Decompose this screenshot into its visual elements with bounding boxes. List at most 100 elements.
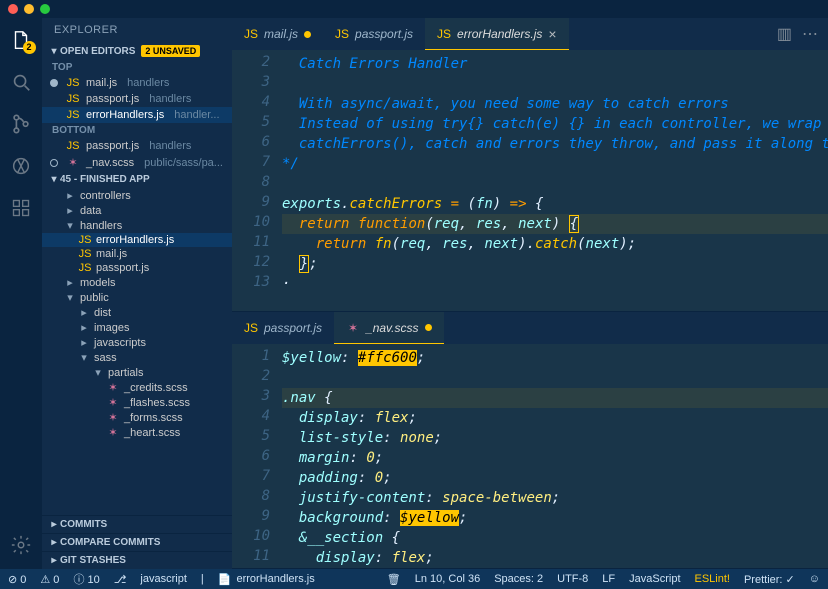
tree-label: mail.js [96,248,127,260]
more-icon[interactable]: ⋯ [802,24,818,44]
file-name: errorHandlers.js [86,109,164,121]
status-file[interactable]: 📄 errorHandlers.js [218,573,315,586]
tree-label: _heart.scss [124,427,180,439]
code-line: With async/await, you need some way to c… [282,94,828,114]
status-prettier[interactable]: Prettier: ✓ [744,573,795,586]
tree-node[interactable]: ▾handlers [42,218,232,233]
code-line [282,174,828,194]
tree-node[interactable]: ▸images [42,320,232,335]
tab[interactable]: ✶_nav.scss [334,312,443,344]
code-line: return function(req, res, next) { [282,214,828,234]
tab[interactable]: JSpassport.js [232,312,334,344]
tree-label: dist [94,307,111,319]
tree-node[interactable]: ▾public [42,290,232,305]
tree-node[interactable]: ▾partials [42,365,232,380]
close-icon[interactable] [8,4,18,14]
code-line: }; [282,254,828,274]
status-mode[interactable]: JavaScript [629,573,680,585]
twisty-icon[interactable]: ▸ [64,276,76,289]
tab-label: passport.js [264,321,322,335]
split-editor-icon[interactable]: ▥ [777,24,792,44]
search-icon[interactable] [9,70,33,94]
settings-icon[interactable] [9,533,33,557]
code-editor-bottom[interactable]: 123456789101112 $yellow: #ffc600;.nav { … [232,344,828,568]
twisty-icon[interactable]: ▸ [64,189,76,202]
code-editor-top[interactable]: 2345678910111213 Catch Errors Handler Wi… [232,50,828,311]
sidebar-section[interactable]: ▸COMPARE COMMITS [42,533,232,551]
minimize-icon[interactable] [24,4,34,14]
code-line [282,74,828,94]
status-info[interactable]: ⓘ 10 [73,571,99,587]
twisty-icon[interactable]: ▾ [64,219,76,232]
tree-node[interactable]: JSerrorHandlers.js [42,233,232,247]
close-icon[interactable]: × [548,26,556,42]
scss-icon: ✶ [106,381,120,394]
status-errors[interactable]: ⊘ 0 [8,573,26,586]
unsaved-count-badge: 2 UNSAVED [141,45,200,57]
editor-group-bottom: JSpassport.js✶_nav.scss 123456789101112 … [232,312,828,569]
tree-node[interactable]: ▸javascripts [42,335,232,350]
code-line [282,368,828,388]
open-editor-item[interactable]: JSmail.jshandlers [42,75,232,91]
js-icon: JS [66,77,80,89]
code-line: Instead of using try{} catch(e) {} in ea… [282,114,828,134]
twisty-icon[interactable]: ▾ [92,366,104,379]
twisty-icon[interactable]: ▸ [78,306,90,319]
activity-bar: 2 [0,18,42,569]
explorer-icon[interactable]: 2 [9,28,33,52]
status-ln-col[interactable]: Ln 10, Col 36 [415,573,480,585]
tab-label: errorHandlers.js [457,27,542,41]
tab[interactable]: JSpassport.js [323,18,425,50]
status-eslint[interactable]: ESLint! [695,573,730,585]
status-warnings[interactable]: ⚠ 0 [40,573,59,586]
scss-icon: ✶ [106,411,120,424]
file-path: public/sass/pa... [144,157,223,169]
debug-icon[interactable] [9,154,33,178]
tree-node[interactable]: ▸data [42,203,232,218]
tab[interactable]: JSerrorHandlers.js× [425,18,569,50]
status-encoding[interactable]: UTF-8 [557,573,588,585]
twisty-icon[interactable]: ▾ [64,291,76,304]
tree-node[interactable]: ▸ dist [42,305,232,320]
code-line: return fn(req, res, next).catch(next); [282,234,828,254]
twisty-icon[interactable]: ▸ [78,321,90,334]
sidebar-section[interactable]: ▸GIT STASHES [42,551,232,569]
status-eol[interactable]: LF [602,573,615,585]
tab-label: _nav.scss [366,321,418,335]
file-path: handlers [149,93,191,105]
tree-node[interactable]: ✶_credits.scss [42,380,232,395]
open-editor-item[interactable]: JSerrorHandlers.jshandler... [42,107,232,123]
code-line: justify-content: space-between; [282,488,828,508]
zoom-icon[interactable] [40,4,50,14]
tree-node[interactable]: ✶_flashes.scss [42,395,232,410]
scm-icon[interactable] [9,112,33,136]
open-editor-item[interactable]: JSpassport.jshandlers [42,91,232,107]
tree-node[interactable]: JS mail.js [42,247,232,261]
twisty-icon[interactable]: ▸ [78,336,90,349]
code-line: */ [282,154,828,174]
tab[interactable]: JSmail.js [232,18,323,50]
extensions-icon[interactable] [9,196,33,220]
editor-group-top: JSmail.jsJSpassport.jsJSerrorHandlers.js… [232,18,828,312]
tree-node[interactable]: ▸models [42,275,232,290]
open-editor-item[interactable]: ✶_nav.scsspublic/sass/pa... [42,154,232,171]
status-lang[interactable]: javascript [140,573,186,585]
explorer-title: EXPLORER [42,18,232,42]
open-editors-header[interactable]: ▾OPEN EDITORS 2 UNSAVED [42,42,232,60]
js-icon: JS [78,248,92,260]
twisty-icon[interactable]: ▾ [78,351,90,364]
tree-node[interactable]: ▸controllers [42,188,232,203]
tree-node[interactable]: JSpassport.js [42,261,232,275]
open-editor-item[interactable]: JSpassport.jshandlers [42,138,232,154]
tree-node[interactable]: ✶_forms.scss [42,410,232,425]
status-feedback-icon[interactable]: ☺ [809,573,820,585]
tree-node[interactable]: ✶_heart.scss [42,425,232,440]
dirty-dot-icon [50,79,58,87]
status-trash-icon[interactable]: 🗑 [387,573,401,586]
status-spaces[interactable]: Spaces: 2 [494,573,543,585]
twisty-icon[interactable]: ▸ [64,204,76,217]
tree-node[interactable]: ▾sass [42,350,232,365]
sidebar-section[interactable]: ▸COMMITS [42,515,232,533]
status-branch[interactable]: ⎇ [114,573,127,586]
project-header[interactable]: ▾45 - FINISHED APP [42,171,232,188]
